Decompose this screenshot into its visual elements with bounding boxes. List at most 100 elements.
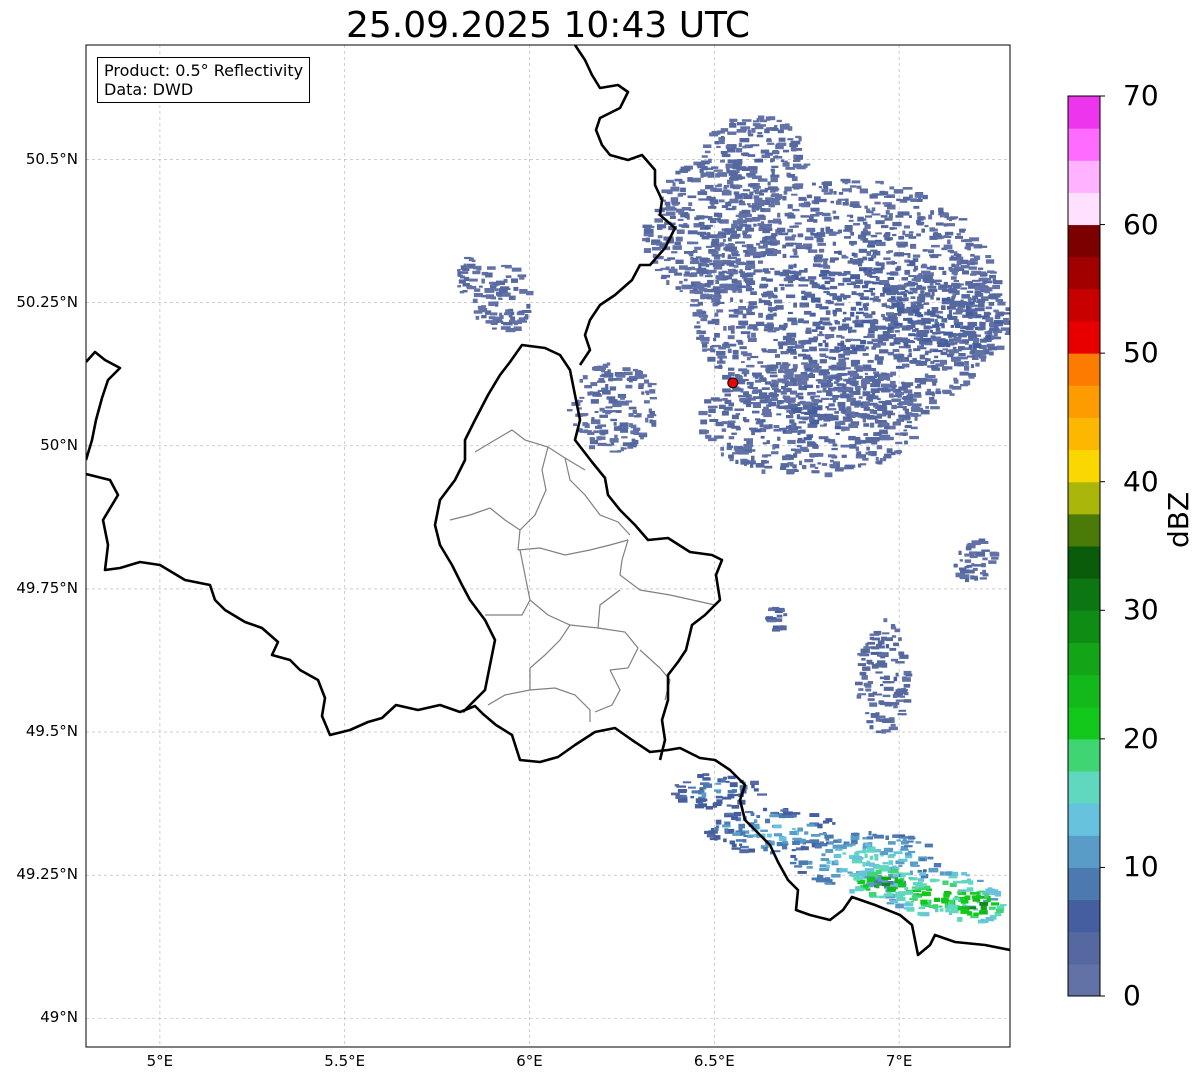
echo-pixel (757, 132, 763, 135)
echo-pixel (704, 777, 710, 780)
echo-pixel (988, 906, 996, 910)
echo-pixel (951, 263, 955, 268)
echo-pixel (890, 723, 896, 727)
echo-pixel (769, 374, 778, 378)
echo-pixel (970, 575, 974, 580)
echo-pixel (715, 782, 722, 785)
echo-pixel (725, 399, 732, 405)
echo-pixel (729, 343, 737, 347)
echo-pixel (967, 245, 971, 251)
lat-tick-label: 49.25°N (16, 865, 78, 884)
echo-pixel (479, 285, 483, 288)
echo-pixel (714, 312, 719, 317)
echo-pixel (818, 348, 829, 352)
echo-pixel (820, 397, 830, 400)
echo-pixel (849, 373, 859, 377)
lon-tick-label: 6.5°E (693, 1052, 735, 1070)
echo-pixel (669, 215, 676, 219)
echo-pixel (892, 234, 897, 237)
echo-pixel (797, 871, 807, 874)
echo-pixel (863, 433, 869, 436)
echo-pixel (789, 831, 797, 835)
echo-pixel (765, 197, 773, 201)
echo-pixel (977, 267, 984, 270)
echo-pixel (863, 290, 870, 293)
echo-pixel (872, 299, 879, 302)
echo-pixel (923, 325, 931, 330)
echo-pixel (727, 348, 732, 354)
echo-pixel (758, 312, 763, 318)
echo-pixel (582, 375, 588, 380)
echo-pixel (970, 364, 975, 369)
echo-pixel (964, 895, 971, 900)
echo-pixel (647, 382, 652, 388)
echo-pixel (476, 265, 482, 271)
echo-pixel (694, 246, 702, 250)
echo-pixel (762, 807, 768, 812)
echo-pixel (862, 417, 866, 423)
echo-pixel (955, 235, 963, 239)
echo-pixel (888, 213, 893, 218)
echo-pixel (727, 423, 735, 428)
echo-pixel (881, 636, 887, 641)
echo-pixel (806, 866, 813, 869)
echo-pixel (789, 861, 797, 865)
echo-pixel (857, 263, 862, 267)
echo-pixel (958, 356, 968, 360)
echo-pixel (958, 353, 966, 357)
echo-pixel (752, 219, 758, 222)
echo-pixel (941, 305, 946, 310)
echo-pixel (909, 861, 918, 865)
echo-pixel (741, 325, 746, 329)
echo-pixel (851, 180, 861, 184)
echo-pixel (849, 230, 853, 233)
echo-pixel (731, 816, 738, 820)
echo-pixel (735, 241, 746, 244)
echo-pixel (751, 390, 759, 394)
echo-pixel (887, 250, 893, 253)
echo-pixel (778, 814, 783, 819)
echo-pixel (891, 398, 901, 402)
echo-pixel (764, 187, 768, 191)
echo-pixel (717, 233, 725, 236)
echo-pixel (789, 378, 797, 382)
echo-pixel (670, 186, 680, 192)
echo-pixel (791, 397, 795, 400)
echo-pixel (931, 244, 940, 248)
echo-pixel (850, 370, 855, 374)
echo-pixel (969, 555, 978, 559)
echo-pixel (931, 324, 940, 328)
echo-pixel (671, 792, 680, 796)
echo-pixel (837, 298, 842, 302)
echo-pixel (741, 361, 745, 364)
echo-pixel (850, 402, 860, 406)
echo-pixel (857, 463, 862, 468)
echo-pixel (842, 188, 850, 192)
echo-pixel (850, 306, 857, 311)
echo-pixel (791, 146, 797, 152)
echo-pixel (865, 862, 875, 867)
echo-pixel (845, 407, 852, 413)
echo-pixel (820, 269, 830, 274)
radar-map[interactable] (0, 0, 1202, 1081)
colorbar-swatch (1068, 449, 1100, 483)
echo-pixel (700, 189, 706, 192)
echo-pixel (867, 333, 875, 338)
echo-pixel (746, 264, 756, 269)
echo-pixel (722, 239, 726, 242)
echo-pixel (794, 865, 803, 868)
echo-pixel (777, 212, 781, 218)
echo-pixel (951, 342, 958, 345)
echo-pixel (793, 225, 799, 228)
echo-pixel (958, 302, 966, 308)
echo-pixel (901, 397, 911, 400)
echo-pixel (721, 779, 726, 783)
echo-pixel (727, 420, 736, 424)
echo-pixel (744, 253, 751, 257)
echo-pixel (833, 215, 840, 220)
echo-pixel (972, 540, 978, 544)
echo-pixel (714, 332, 720, 338)
echo-pixel (492, 327, 497, 330)
echo-pixel (769, 814, 779, 818)
echo-pixel (457, 269, 461, 272)
